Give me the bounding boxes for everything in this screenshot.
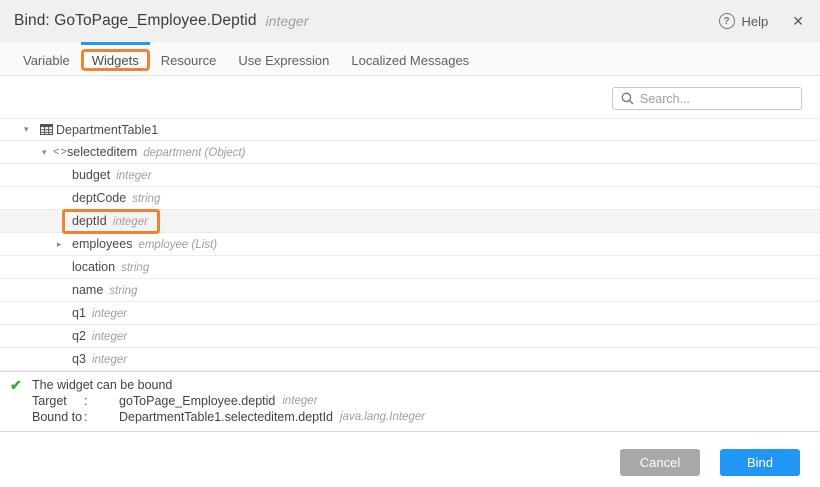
field-type: integer bbox=[116, 170, 151, 182]
tree-row-content: name string bbox=[72, 283, 137, 297]
status-row-value: DepartmentTable1.selecteditem.deptId bbox=[119, 409, 333, 425]
field-label: selecteditem bbox=[67, 145, 137, 159]
field-type: integer bbox=[113, 216, 148, 228]
field-label: location bbox=[72, 260, 115, 274]
tab-widgets[interactable]: Widgets bbox=[81, 42, 150, 75]
status-row-separator: : bbox=[84, 409, 119, 425]
tree-row-content: q3 integer bbox=[72, 352, 127, 366]
tab-label: Use Expression bbox=[238, 53, 329, 68]
field-label: q2 bbox=[72, 329, 86, 343]
field-type: string bbox=[109, 285, 137, 297]
tab-label: Variable bbox=[23, 53, 70, 68]
tab-variable[interactable]: Variable bbox=[12, 42, 81, 75]
tree-row-q1[interactable]: q1 integer bbox=[0, 302, 820, 325]
field-label: name bbox=[72, 283, 103, 297]
tree-row-q2[interactable]: q2 integer bbox=[0, 325, 820, 348]
cancel-button[interactable]: Cancel bbox=[620, 449, 700, 476]
success-check-icon: ✔ bbox=[10, 377, 32, 393]
field-label: DepartmentTable1 bbox=[56, 123, 158, 137]
tree-row-deptid[interactable]: deptId integer bbox=[0, 210, 820, 233]
status-row-value: goToPage_Employee.deptid bbox=[119, 393, 275, 409]
status-row-label: Bound to bbox=[32, 409, 84, 425]
tab-label: Resource bbox=[161, 53, 217, 68]
field-type: integer bbox=[92, 308, 127, 320]
status-row-label: Target bbox=[32, 393, 84, 409]
tree-row-content: deptId integer bbox=[62, 209, 160, 234]
field-label: deptId bbox=[72, 214, 107, 228]
close-icon[interactable]: ✕ bbox=[792, 13, 804, 30]
field-label: budget bbox=[72, 168, 110, 182]
titlebar-actions: ? Help ✕ bbox=[719, 13, 804, 30]
tab-resource[interactable]: Resource bbox=[150, 42, 228, 75]
object-icon: <> bbox=[53, 146, 67, 158]
dialog-title: Bind: GoToPage_Employee.Deptid bbox=[14, 12, 257, 30]
toggle-icon[interactable]: ▾ bbox=[42, 147, 53, 158]
tree-row-content: employees employee (List) bbox=[72, 237, 217, 251]
field-type: employee (List) bbox=[138, 239, 217, 251]
tree-row-content: q1 integer bbox=[72, 306, 127, 320]
status-row-bound-to: Bound to : DepartmentTable1.selecteditem… bbox=[10, 409, 820, 425]
field-label: employees bbox=[72, 237, 132, 251]
tree-row-content: selecteditem department (Object) bbox=[67, 145, 245, 159]
tree-row-content: q2 integer bbox=[72, 329, 127, 343]
status-row-target: Target : goToPage_Employee.deptid intege… bbox=[10, 393, 820, 409]
tree-row-content: deptCode string bbox=[72, 191, 160, 205]
tree-row-selecteditem[interactable]: ▾ <> selecteditem department (Object) bbox=[0, 141, 820, 164]
search-row bbox=[0, 76, 820, 110]
tab-label: Localized Messages bbox=[351, 53, 469, 68]
dialog-titlebar: Bind: GoToPage_Employee.Deptid integer ?… bbox=[0, 0, 820, 42]
bind-status-panel: ✔ The widget can be bound Target : goToP… bbox=[0, 371, 820, 432]
field-label: q3 bbox=[72, 352, 86, 366]
status-message: The widget can be bound bbox=[32, 377, 172, 393]
tree-row-content: budget integer bbox=[72, 168, 151, 182]
help-button[interactable]: Help bbox=[742, 14, 769, 29]
dialog-title-type: integer bbox=[266, 13, 309, 29]
search-icon bbox=[621, 92, 634, 105]
tree-row-budget[interactable]: budget integer bbox=[0, 164, 820, 187]
search-input[interactable] bbox=[640, 92, 793, 106]
toggle-icon[interactable]: ▾ bbox=[24, 124, 40, 135]
field-label: q1 bbox=[72, 306, 86, 320]
tab-bar: Variable Widgets Resource Use Expression… bbox=[0, 42, 820, 76]
table-icon bbox=[40, 124, 56, 135]
tree-row-content: location string bbox=[72, 260, 149, 274]
status-row-type: java.lang.Integer bbox=[340, 409, 425, 425]
bind-button[interactable]: Bind bbox=[720, 449, 800, 476]
search-box[interactable] bbox=[612, 87, 802, 110]
help-icon[interactable]: ? bbox=[719, 13, 735, 29]
dialog-footer: Cancel Bind bbox=[0, 432, 820, 476]
field-type: department (Object) bbox=[143, 147, 245, 159]
field-type: string bbox=[132, 193, 160, 205]
tab-label: Widgets bbox=[92, 53, 139, 68]
tab-localized-messages[interactable]: Localized Messages bbox=[340, 42, 480, 75]
tree-row-employees[interactable]: ▸ employees employee (List) bbox=[0, 233, 820, 256]
field-type: integer bbox=[92, 354, 127, 366]
tree-row-deptcode[interactable]: deptCode string bbox=[0, 187, 820, 210]
tree-row-q3[interactable]: q3 integer bbox=[0, 348, 820, 371]
tree-row-content: DepartmentTable1 bbox=[56, 123, 158, 137]
field-type: integer bbox=[92, 331, 127, 343]
tree-row-location[interactable]: location string bbox=[0, 256, 820, 279]
toggle-icon[interactable]: ▸ bbox=[57, 239, 72, 250]
field-type: string bbox=[121, 262, 149, 274]
status-row-separator: : bbox=[84, 393, 119, 409]
bind-tree: ▾ DepartmentTable1 ▾ <> selecteditem dep… bbox=[0, 118, 820, 371]
field-label: deptCode bbox=[72, 191, 126, 205]
tree-row-name[interactable]: name string bbox=[0, 279, 820, 302]
tree-row-departmenttable1[interactable]: ▾ DepartmentTable1 bbox=[0, 118, 820, 141]
tab-use-expression[interactable]: Use Expression bbox=[227, 42, 340, 75]
status-row-type: integer bbox=[282, 393, 317, 409]
